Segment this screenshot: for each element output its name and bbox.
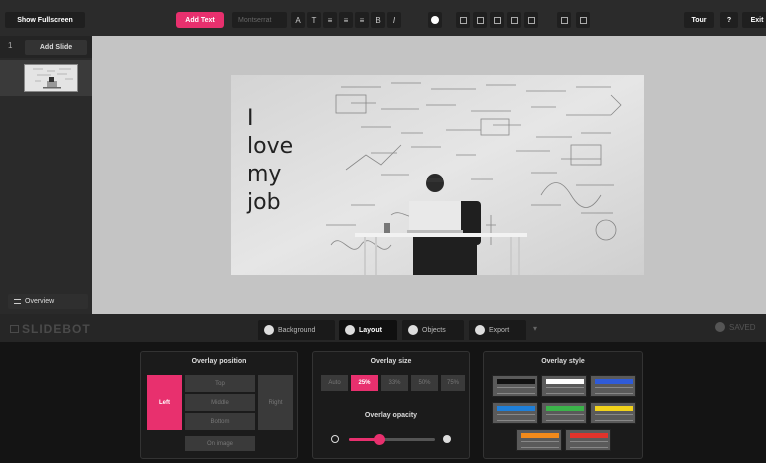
text-background-icon[interactable]	[490, 12, 504, 28]
overlay-style-title: Overlay style	[541, 358, 585, 365]
slide-thumbnail-item[interactable]	[0, 60, 92, 96]
font-family-select[interactable]: Montserrat	[232, 12, 287, 28]
style-swatch-red[interactable]	[565, 429, 611, 451]
position-on-image-button[interactable]: On image	[185, 436, 255, 451]
position-right-button[interactable]: Right	[258, 375, 293, 430]
style-swatch-yellow[interactable]	[590, 402, 636, 424]
bottom-tab-bar: SLIDEBOT Background Layout Objects Expor…	[0, 314, 766, 342]
align-left-icon[interactable]: ≡	[323, 12, 337, 28]
position-middle-button[interactable]: Middle	[185, 394, 255, 411]
tab-layout-label: Layout	[359, 326, 382, 334]
style-swatch-light-blue[interactable]	[492, 402, 538, 424]
logo-icon	[10, 325, 19, 333]
style-swatch-black[interactable]	[492, 375, 538, 397]
overlay-size-title: Overlay size	[370, 358, 412, 365]
settings-icon[interactable]	[557, 12, 571, 28]
add-slide-button[interactable]: Add Slide	[25, 40, 87, 55]
align-center-icon[interactable]: ≡	[339, 12, 353, 28]
size-25-button[interactable]: 25%	[351, 375, 378, 391]
saved-status: SAVED	[715, 322, 756, 332]
overlay-position-box: Overlay position Left Top Middle Bottom …	[140, 351, 298, 459]
grid-icon[interactable]	[456, 12, 470, 28]
color-icon[interactable]	[428, 12, 442, 28]
position-left-button[interactable]: Left	[147, 375, 182, 430]
size-50-button[interactable]: 50%	[411, 375, 438, 391]
list-icon	[14, 299, 21, 304]
opacity-slider[interactable]	[349, 434, 435, 445]
add-text-button[interactable]: Add Text	[176, 12, 224, 28]
sidebar-header: 1 Add Slide	[0, 36, 92, 58]
tab-export[interactable]: Export	[469, 320, 526, 340]
layout-panel: Overlay position Left Top Middle Bottom …	[0, 342, 766, 463]
align-right-icon[interactable]: ≡	[355, 12, 369, 28]
tab-objects[interactable]: Objects	[402, 320, 464, 340]
overlay-size-box: Overlay size Auto 25% 33% 50% 75% Overla…	[312, 351, 470, 459]
slide-count: 1	[8, 41, 13, 50]
slide-title-text[interactable]: I love my job	[247, 105, 293, 217]
export-tab-icon	[475, 325, 485, 335]
size-auto-button[interactable]: Auto	[321, 375, 348, 391]
font-size-icon[interactable]: A	[291, 12, 305, 28]
tab-export-label: Export	[489, 326, 510, 334]
background-tab-icon	[264, 325, 274, 335]
comment-icon[interactable]	[576, 12, 590, 28]
slide-preview[interactable]: I love my job	[231, 75, 644, 275]
overlay-position-title: Overlay position	[191, 358, 247, 365]
exit-button[interactable]: Exit	[742, 12, 766, 28]
bold-icon[interactable]: B	[371, 12, 385, 28]
slide-text-line: love	[247, 134, 294, 159]
tour-button[interactable]: Tour	[684, 12, 714, 28]
opacity-max-icon	[443, 435, 451, 443]
position-top-button[interactable]: Top	[185, 375, 255, 392]
show-fullscreen-button[interactable]: Show Fullscreen	[5, 12, 85, 28]
italic-icon[interactable]: I	[387, 12, 401, 28]
slide-thumbnail[interactable]	[24, 64, 78, 92]
help-button[interactable]: ?	[720, 12, 738, 28]
opacity-slider-handle[interactable]	[374, 434, 386, 445]
layers-icon[interactable]	[473, 12, 487, 28]
layout-tab-icon	[345, 325, 355, 335]
duplicate-icon[interactable]	[507, 12, 521, 28]
overview-button[interactable]: Overview	[8, 294, 88, 309]
tab-objects-label: Objects	[422, 326, 446, 334]
style-swatch-blue[interactable]	[590, 375, 636, 397]
opacity-min-icon	[331, 435, 339, 443]
tab-background-label: Background	[278, 326, 316, 334]
check-icon	[715, 322, 725, 332]
slide-text-line: I	[247, 106, 254, 131]
slide-text-line: my	[247, 162, 282, 187]
saved-label: SAVED	[729, 322, 756, 332]
size-33-button[interactable]: 33%	[381, 375, 408, 391]
editor-canvas: I love my job	[92, 36, 766, 314]
logo-text: SLIDEBOT	[22, 322, 91, 336]
position-bottom-button[interactable]: Bottom	[185, 413, 255, 430]
slidebot-app: Show Fullscreen Add Text Montserrat A T …	[0, 0, 766, 463]
slides-sidebar: 1 Add Slide Overview	[0, 36, 92, 314]
style-swatch-green[interactable]	[541, 402, 587, 424]
style-swatch-orange[interactable]	[516, 429, 562, 451]
overview-label: Overview	[25, 298, 55, 305]
more-tabs-chevron-icon[interactable]: ▾	[533, 324, 537, 333]
slidebot-logo: SLIDEBOT	[10, 322, 91, 336]
size-75-button[interactable]: 75%	[441, 375, 465, 391]
delete-icon[interactable]	[524, 12, 538, 28]
overlay-style-box: Overlay style	[483, 351, 643, 459]
objects-tab-icon	[408, 325, 418, 335]
tab-layout[interactable]: Layout	[339, 320, 397, 340]
tab-background[interactable]: Background	[258, 320, 335, 340]
slide-text-line: job	[247, 190, 281, 215]
overlay-opacity-title: Overlay opacity	[364, 412, 418, 419]
text-height-icon[interactable]: T	[307, 12, 321, 28]
top-toolbar: Show Fullscreen Add Text Montserrat A T …	[0, 0, 766, 36]
style-swatch-white[interactable]	[541, 375, 587, 397]
